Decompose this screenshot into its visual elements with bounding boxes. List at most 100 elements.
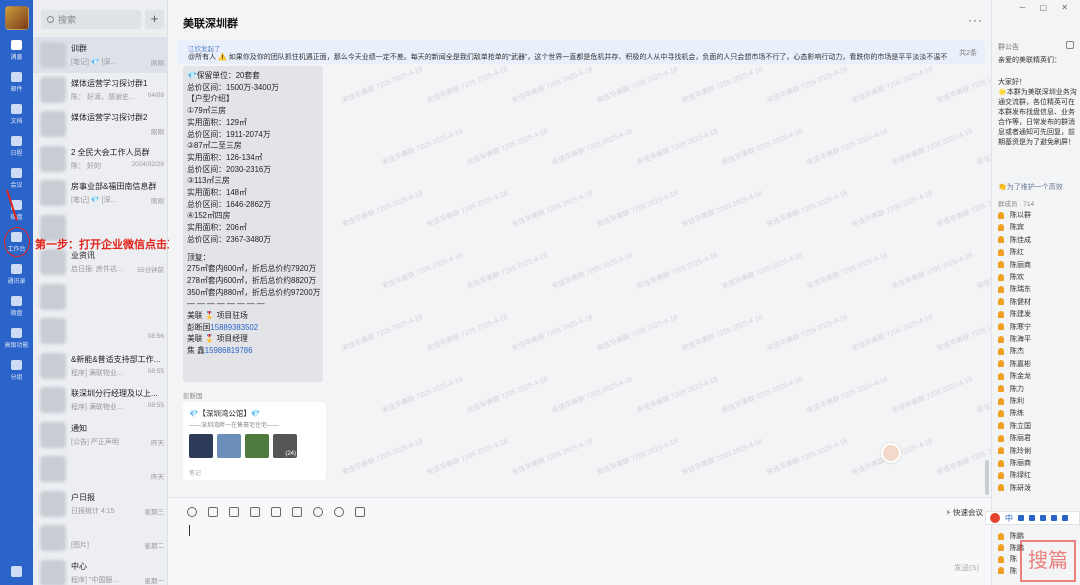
conversation-item[interactable]: 训群 [笔记] 💎 [深... 刚刚	[33, 37, 168, 73]
search-input[interactable]: 搜索	[41, 10, 141, 29]
more-icon[interactable]: ···	[968, 13, 983, 27]
member-item[interactable]: 陈研泼	[998, 482, 1031, 494]
folder-icon[interactable]	[292, 507, 302, 517]
ime-tool-icon[interactable]	[1029, 515, 1035, 521]
conversation-item[interactable]: 08:56	[33, 313, 168, 349]
watermark: 宋佳华美联 7205 2025-4-18	[636, 376, 719, 415]
member-item[interactable]: 陈海平	[998, 333, 1031, 345]
member-icon	[998, 471, 1004, 479]
phone-icon[interactable]	[313, 507, 323, 517]
todo-icon[interactable]	[271, 507, 281, 517]
rail-item-7[interactable]: 通讯录	[0, 260, 33, 288]
note-card[interactable]: 💎【深圳湾公馆】💎 ——深圳湾畔一在售豪宅住宅—— (24) 笔记	[183, 402, 326, 480]
member-item[interactable]: 陈绿红	[998, 469, 1031, 481]
member-item[interactable]: 陈佳成	[998, 234, 1031, 246]
conversation-preview: 启日报: 房件达...	[71, 266, 123, 273]
window-controls[interactable]: ─ ▢ ✕	[1020, 3, 1074, 12]
member-item[interactable]: 陈杰	[998, 345, 1024, 357]
member-item[interactable]: 陈建发	[998, 308, 1031, 320]
ime-tool-icon[interactable]	[1018, 515, 1024, 521]
rail-item-10[interactable]: 分组	[0, 356, 33, 384]
watermark-stamp: 搜篇	[1020, 540, 1076, 582]
card-thumbnail[interactable]	[217, 434, 241, 458]
conversation-item[interactable]	[33, 279, 168, 315]
member-item[interactable]: 陈丽商	[998, 457, 1031, 469]
member-item[interactable]: 陈寒宁	[998, 321, 1031, 333]
add-button[interactable]: +	[145, 10, 164, 29]
contact-label: 彭断国	[187, 322, 211, 332]
image-icon[interactable]	[229, 507, 239, 517]
rail-item-0[interactable]: 消息	[0, 36, 33, 64]
rail-item-9[interactable]: 高级功能	[0, 324, 33, 352]
screenshot-icon[interactable]	[208, 507, 218, 517]
rail-item-label: 微盘	[10, 310, 23, 317]
conversation-item[interactable]: 媒体运营学习探讨群2 刚刚	[33, 106, 168, 142]
card-thumbnail[interactable]: (24)	[273, 434, 297, 458]
conversation-item[interactable]: 户日报 日报统计 4:15 星期三	[33, 486, 168, 522]
ime-tool-icon[interactable]	[1051, 515, 1057, 521]
conversation-item[interactable]: [图片] 星期二	[33, 520, 168, 556]
notice-count[interactable]: 共2条	[959, 48, 977, 58]
member-item[interactable]: 陈欢	[998, 271, 1024, 283]
more-tools-icon[interactable]	[355, 507, 365, 517]
member-item[interactable]: 陈宾	[998, 221, 1024, 233]
watermark: 宋佳华美联 7205 2025-4-18	[596, 314, 679, 353]
card-thumbnail[interactable]	[245, 434, 269, 458]
message-bubble[interactable]: 💎保留单位：20套套 总价区间：1500万-3400万 【户型介绍】 ①79㎡三房 实用…	[183, 66, 323, 382]
member-item[interactable]: 陈嘉彬	[998, 358, 1031, 370]
rail-item-8[interactable]: 微盘	[0, 292, 33, 320]
rail-item-3[interactable]: 日程	[0, 132, 33, 160]
document-icon[interactable]	[250, 507, 260, 517]
phone-link[interactable]: 15889383502	[210, 323, 258, 332]
message-input[interactable]: ⚡ 快速会议 发送(S)	[169, 497, 991, 585]
ime-tool-icon[interactable]	[1062, 515, 1068, 521]
member-item[interactable]: 陈健材	[998, 296, 1031, 308]
member-item[interactable]: 陈丽商	[998, 259, 1031, 271]
quick-meeting-button[interactable]: ⚡ 快速会议	[946, 507, 983, 518]
member-item[interactable]: 陈瑞东	[998, 283, 1031, 295]
rail-item-1[interactable]: 邮件	[0, 68, 33, 96]
member-item[interactable]: 陈玲俐	[998, 445, 1031, 457]
conversation-avatar	[40, 456, 66, 482]
conversation-item[interactable]: 房事业部&福田南信息群 [笔记] 💎 [深... 刚刚	[33, 175, 168, 211]
assistant-avatar[interactable]	[881, 443, 901, 463]
member-item[interactable]: 陈丽君	[998, 432, 1031, 444]
member-item[interactable]: 陈立国	[998, 420, 1031, 432]
member-item[interactable]: 陈	[998, 565, 1017, 577]
chat-record-icon[interactable]	[334, 507, 344, 517]
watermark: 宋佳华美联 7205 2025-4-18	[381, 376, 464, 415]
member-item[interactable]: 陈力	[998, 383, 1024, 395]
ime-mode[interactable]: 中	[1005, 513, 1013, 524]
member-item[interactable]: 陈金龙	[998, 370, 1031, 382]
member-icon	[998, 347, 1004, 355]
conversation-item[interactable]: 昨天	[33, 451, 168, 487]
pinned-notice[interactable]: 江欣发起了 @所有人 ⚠️ 如果你及你的团队抓住机遇正面，那么今天业绩一定不差。…	[177, 40, 985, 64]
watermark: 宋佳华美联 7205 2025-4-18	[851, 66, 934, 105]
rail-item-4[interactable]: 会议	[0, 164, 33, 192]
edit-icon[interactable]	[1066, 41, 1074, 49]
member-item[interactable]: 陈以群	[998, 209, 1031, 221]
ime-toolbar[interactable]: 中	[985, 511, 1080, 525]
member-icon	[998, 459, 1004, 467]
conversation-item[interactable]: 2 全民大会工作人员群 陈： 好的 2024/02/28	[33, 141, 168, 177]
card-thumbnail[interactable]	[189, 434, 213, 458]
sogou-icon[interactable]	[990, 513, 1000, 523]
conversation-item[interactable]: 通知 [公告] 严正声明 昨天	[33, 417, 168, 453]
user-avatar[interactable]	[4, 6, 29, 30]
conversation-item[interactable]: 联深圳分行经理及以上... 程序] 满联物业... 08:55	[33, 382, 168, 418]
scrollbar[interactable]	[985, 460, 989, 495]
ime-tool-icon[interactable]	[1040, 515, 1046, 521]
member-item[interactable]: 陈利	[998, 395, 1024, 407]
member-item[interactable]: 陈练	[998, 407, 1024, 419]
conversation-item[interactable]: &新能&普适支持部工作... 程序] 满联物业... 08:55	[33, 348, 168, 384]
member-item[interactable]: 陈红	[998, 246, 1024, 258]
announcement-more[interactable]: 👏为了维护一个高效	[998, 182, 1063, 192]
emoji-icon[interactable]	[187, 507, 197, 517]
member-item[interactable]: 陈	[998, 553, 1017, 565]
stats-icon[interactable]	[11, 566, 22, 577]
conversation-item[interactable]: 中心 程序] "中国服... 星期一	[33, 555, 168, 585]
send-button[interactable]: 发送(S)	[954, 562, 979, 573]
rail-item-2[interactable]: 文档	[0, 100, 33, 128]
phone-link[interactable]: 15986819786	[205, 346, 253, 355]
conversation-item[interactable]: 媒体运营学习探讨群1 陈： 好滴，感谢史... 04/08	[33, 72, 168, 108]
